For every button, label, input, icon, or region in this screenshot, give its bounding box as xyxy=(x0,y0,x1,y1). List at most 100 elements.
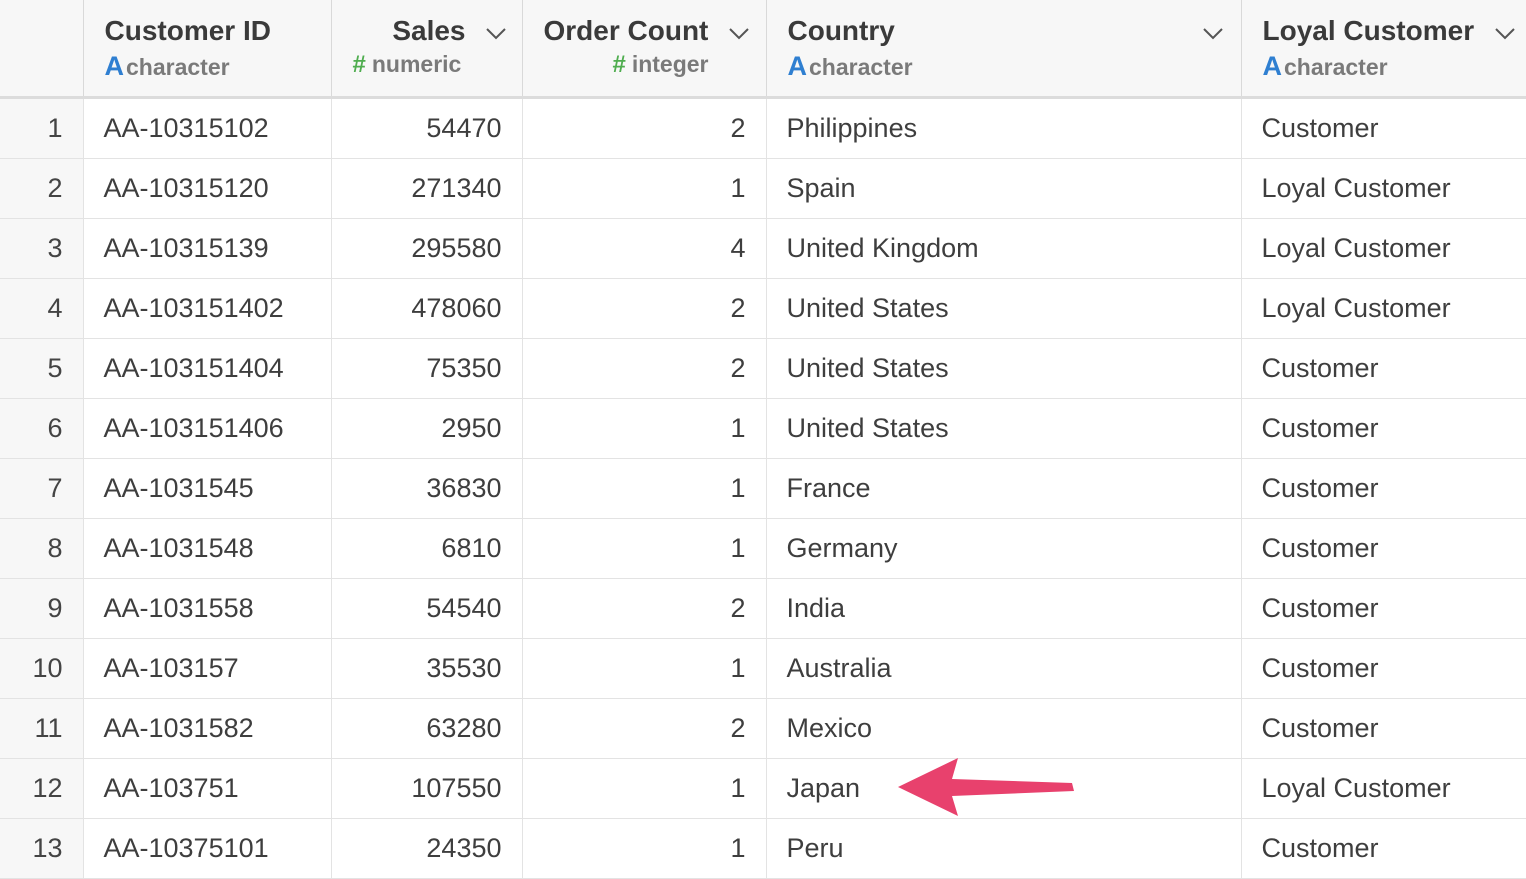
customer-id-cell[interactable]: AA-10375101 xyxy=(83,818,332,879)
chevron-down-icon[interactable] xyxy=(485,28,506,41)
chevron-down-icon[interactable] xyxy=(1202,28,1223,41)
table-row: 10 AA-103157 35530 1 Australia Customer xyxy=(0,638,1526,699)
table-row: 2 AA-10315120 271340 1 Spain Loyal Customer xyxy=(0,158,1526,219)
numeric-type-icon: # xyxy=(352,51,366,78)
customer-id-cell[interactable]: AA-103751 xyxy=(83,758,332,819)
column-header-customer-id[interactable]: Customer ID Acharacter xyxy=(83,0,398,99)
customer-id-cell[interactable]: AA-103151402 xyxy=(83,278,332,339)
header-row: Customer ID Acharacter Sales # numeric Or… xyxy=(0,0,1526,99)
sales-cell[interactable]: 6810 xyxy=(331,518,523,579)
column-type: # integer xyxy=(612,51,709,78)
column-header-order-count[interactable]: Order Count # integer xyxy=(522,0,767,99)
order-count-cell[interactable]: 2 xyxy=(522,698,767,759)
chevron-down-icon[interactable] xyxy=(1494,28,1515,41)
customer-id-cell[interactable]: AA-10315139 xyxy=(83,218,332,279)
country-cell[interactable]: Spain xyxy=(766,158,1242,219)
column-type: Acharacter xyxy=(787,51,913,81)
loyal-customer-cell[interactable]: Customer xyxy=(1241,338,1526,399)
loyal-customer-cell[interactable]: Customer xyxy=(1241,638,1526,699)
customer-id-cell[interactable]: AA-10315102 xyxy=(83,97,332,159)
country-cell[interactable]: Australia xyxy=(766,638,1242,699)
row-index: 11 xyxy=(0,698,84,759)
sales-cell[interactable]: 107550 xyxy=(331,758,523,819)
table-row: 8 AA-1031548 6810 1 Germany Customer xyxy=(0,518,1526,579)
country-cell[interactable]: United Kingdom xyxy=(766,218,1242,279)
sales-cell[interactable]: 2950 xyxy=(331,398,523,459)
table-row: 9 AA-1031558 54540 2 India Customer xyxy=(0,578,1526,639)
order-count-cell[interactable]: 2 xyxy=(522,578,767,639)
row-index: 1 xyxy=(0,97,84,159)
country-cell[interactable]: United States xyxy=(766,278,1242,339)
character-type-icon: A xyxy=(104,51,125,81)
table-row: 11 AA-1031582 63280 2 Mexico Customer xyxy=(0,698,1526,759)
country-cell[interactable]: United States xyxy=(766,338,1242,399)
chevron-down-icon[interactable] xyxy=(728,28,749,41)
order-count-cell[interactable]: 1 xyxy=(522,158,767,219)
loyal-customer-cell[interactable]: Customer xyxy=(1241,698,1526,759)
column-name: Customer ID xyxy=(104,15,271,46)
table-row: 1 AA-10315102 54470 2 Philippines Customer xyxy=(0,97,1526,159)
row-index: 6 xyxy=(0,398,84,459)
country-cell[interactable]: Philippines xyxy=(766,97,1242,159)
row-index: 9 xyxy=(0,578,84,639)
country-cell[interactable]: United States xyxy=(766,398,1242,459)
country-cell[interactable]: France xyxy=(766,458,1242,519)
customer-id-cell[interactable]: AA-1031558 xyxy=(83,578,332,639)
country-cell[interactable]: Japan xyxy=(766,758,1242,819)
row-index: 5 xyxy=(0,338,84,399)
loyal-customer-cell[interactable]: Customer xyxy=(1241,458,1526,519)
numeric-type-icon: # xyxy=(612,51,626,78)
country-cell[interactable]: Mexico xyxy=(766,698,1242,759)
loyal-customer-cell[interactable]: Loyal Customer xyxy=(1241,278,1526,339)
order-count-cell[interactable]: 4 xyxy=(522,218,767,279)
order-count-cell[interactable]: 1 xyxy=(522,518,767,579)
sales-cell[interactable]: 24350 xyxy=(331,818,523,879)
column-header-country[interactable]: Country Acharacter xyxy=(766,0,1242,99)
column-name: Country xyxy=(787,15,895,46)
loyal-customer-cell[interactable]: Customer xyxy=(1241,97,1526,159)
column-name: Sales xyxy=(392,15,466,46)
sales-cell[interactable]: 54470 xyxy=(331,97,523,159)
loyal-customer-cell[interactable]: Customer xyxy=(1241,578,1526,639)
order-count-cell[interactable]: 1 xyxy=(522,758,767,819)
country-cell[interactable]: Peru xyxy=(766,818,1242,879)
order-count-cell[interactable]: 1 xyxy=(522,818,767,879)
sales-cell[interactable]: 54540 xyxy=(331,578,523,639)
table-row: 6 AA-103151406 2950 1 United States Customer xyxy=(0,398,1526,459)
column-type: Acharacter xyxy=(104,51,230,81)
customer-id-cell[interactable]: AA-10315120 xyxy=(83,158,332,219)
customer-id-cell[interactable]: AA-103157 xyxy=(83,638,332,699)
sales-cell[interactable]: 75350 xyxy=(331,338,523,399)
sales-cell[interactable]: 63280 xyxy=(331,698,523,759)
column-header-loyal-customer[interactable]: Loyal Customer Acharacter xyxy=(1241,0,1526,99)
sales-cell[interactable]: 478060 xyxy=(331,278,523,339)
loyal-customer-cell[interactable]: Loyal Customer xyxy=(1241,218,1526,279)
customer-id-cell[interactable]: AA-103151406 xyxy=(83,398,332,459)
customer-id-cell[interactable]: AA-103151404 xyxy=(83,338,332,399)
loyal-customer-cell[interactable]: Customer xyxy=(1241,518,1526,579)
order-count-cell[interactable]: 2 xyxy=(522,97,767,159)
table-row: 13 AA-10375101 24350 1 Peru Customer xyxy=(0,818,1526,879)
sales-cell[interactable]: 271340 xyxy=(331,158,523,219)
loyal-customer-cell[interactable]: Loyal Customer xyxy=(1241,158,1526,219)
order-count-cell[interactable]: 1 xyxy=(522,638,767,699)
column-type: # numeric xyxy=(352,51,462,78)
customer-id-cell[interactable]: AA-1031548 xyxy=(83,518,332,579)
order-count-cell[interactable]: 2 xyxy=(522,338,767,399)
customer-id-cell[interactable]: AA-1031582 xyxy=(83,698,332,759)
loyal-customer-cell[interactable]: Customer xyxy=(1241,398,1526,459)
sales-cell[interactable]: 36830 xyxy=(331,458,523,519)
sales-cell[interactable]: 35530 xyxy=(331,638,523,699)
order-count-cell[interactable]: 1 xyxy=(522,398,767,459)
row-index: 12 xyxy=(0,758,84,819)
sales-cell[interactable]: 295580 xyxy=(331,218,523,279)
order-count-cell[interactable]: 2 xyxy=(522,278,767,339)
country-cell[interactable]: Germany xyxy=(766,518,1242,579)
column-header-sales[interactable]: Sales # numeric xyxy=(331,0,523,99)
order-count-cell[interactable]: 1 xyxy=(522,458,767,519)
loyal-customer-cell[interactable]: Loyal Customer xyxy=(1241,758,1526,819)
column-name: Order Count xyxy=(543,15,709,46)
country-cell[interactable]: India xyxy=(766,578,1242,639)
customer-id-cell[interactable]: AA-1031545 xyxy=(83,458,332,519)
loyal-customer-cell[interactable]: Customer xyxy=(1241,818,1526,879)
